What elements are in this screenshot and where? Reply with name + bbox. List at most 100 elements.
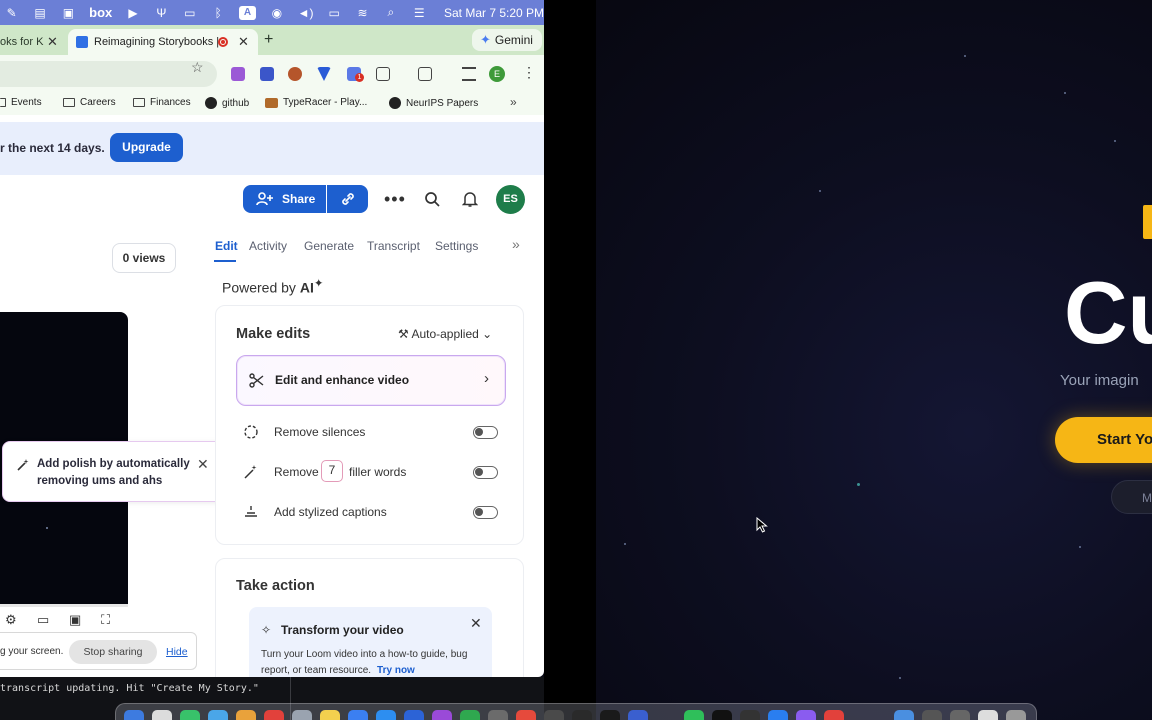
- app-icon[interactable]: [404, 710, 424, 720]
- play-circle-icon[interactable]: ▶: [125, 6, 140, 20]
- more-options-icon[interactable]: •••: [384, 189, 406, 210]
- close-icon[interactable]: ✕: [470, 615, 482, 632]
- bookmark-typeracer[interactable]: TypeRacer - Play...: [265, 97, 367, 108]
- extensions-puzzle-icon[interactable]: [376, 67, 390, 81]
- app-icon[interactable]: [628, 710, 648, 720]
- edit-enhance-button[interactable]: Edit and enhance video ›: [236, 355, 506, 406]
- extension-icon[interactable]: [288, 67, 302, 81]
- hero-secondary-button[interactable]: M: [1111, 480, 1152, 514]
- app-icon[interactable]: [796, 710, 816, 720]
- settings-gear-icon[interactable]: ⚙: [5, 612, 17, 628]
- gemini-button[interactable]: ✦ Gemini: [472, 29, 542, 51]
- tab-settings[interactable]: Settings: [435, 239, 478, 253]
- bookmark-star-icon[interactable]: ☆: [191, 59, 204, 76]
- address-bar[interactable]: [0, 61, 217, 87]
- terminal-icon[interactable]: [572, 710, 592, 720]
- menu-bar-clock[interactable]: Sat Mar 7 5:20 PM: [444, 6, 544, 20]
- menu-extra-icon[interactable]: ✎: [4, 6, 19, 20]
- close-icon[interactable]: ✕: [197, 456, 209, 473]
- browser-tab[interactable]: oks for K ✕: [0, 29, 65, 55]
- control-center-icon[interactable]: ☰: [412, 6, 427, 20]
- stop-sharing-button[interactable]: Stop sharing: [69, 640, 157, 664]
- tools-icon[interactable]: Ψ: [154, 6, 169, 20]
- input-source-icon[interactable]: A: [238, 5, 257, 20]
- app-icon[interactable]: [600, 710, 620, 720]
- folder-icon[interactable]: [894, 710, 914, 720]
- spotlight-search-icon[interactable]: ⌕: [383, 5, 398, 20]
- app-icon[interactable]: [712, 710, 732, 720]
- chevron-double-right-icon[interactable]: »: [512, 236, 520, 252]
- bookmark-neurips[interactable]: NeurIPS Papers: [389, 97, 478, 109]
- app-icon[interactable]: [264, 710, 284, 720]
- app-icon[interactable]: [460, 710, 480, 720]
- whatsapp-icon[interactable]: [684, 710, 704, 720]
- messages-icon[interactable]: [180, 710, 200, 720]
- app-icon[interactable]: [922, 710, 942, 720]
- app-icon[interactable]: [768, 710, 788, 720]
- extension-icon[interactable]: [231, 67, 245, 81]
- notes-icon[interactable]: [320, 710, 340, 720]
- browser-tab-active[interactable]: Reimagining Storybooks | ✕: [68, 29, 258, 55]
- app-icon[interactable]: [516, 710, 536, 720]
- picture-in-picture-icon[interactable]: ▣: [69, 612, 81, 628]
- box-logo[interactable]: box: [89, 5, 112, 20]
- try-now-link[interactable]: Try now: [377, 665, 415, 676]
- bookmark-finances[interactable]: Finances: [133, 97, 191, 108]
- share-button[interactable]: Share: [243, 185, 326, 213]
- tab-search-icon[interactable]: [418, 67, 432, 81]
- tab-activity[interactable]: Activity: [249, 239, 287, 253]
- bell-icon[interactable]: [462, 190, 478, 208]
- contacts-icon[interactable]: [292, 710, 312, 720]
- close-icon[interactable]: ✕: [47, 34, 58, 50]
- profile-avatar[interactable]: E: [489, 66, 505, 82]
- search-icon[interactable]: [424, 191, 440, 207]
- wifi-icon[interactable]: ≋: [355, 6, 370, 20]
- theater-mode-icon[interactable]: ▭: [37, 612, 49, 628]
- finder-icon[interactable]: [124, 710, 144, 720]
- calendar-icon[interactable]: [152, 710, 172, 720]
- notes-icon[interactable]: ▤: [32, 6, 47, 20]
- photos-icon[interactable]: [236, 710, 256, 720]
- app-icon[interactable]: [740, 710, 760, 720]
- chrome-icon[interactable]: [824, 710, 844, 720]
- remove-silences-toggle[interactable]: [473, 426, 498, 439]
- filler-count-input[interactable]: 7: [321, 460, 343, 482]
- user-avatar[interactable]: ES: [496, 185, 525, 214]
- app-icon[interactable]: [488, 710, 508, 720]
- tab-edit[interactable]: Edit: [215, 239, 238, 253]
- app-icon[interactable]: [208, 710, 228, 720]
- bluetooth-icon[interactable]: ᛒ: [210, 6, 225, 20]
- extension-icon[interactable]: [317, 67, 331, 81]
- user-circle-icon[interactable]: ◉: [269, 6, 284, 20]
- tab-transcript[interactable]: Transcript: [367, 239, 420, 253]
- close-icon[interactable]: ✕: [238, 34, 249, 50]
- photo-icon[interactable]: ▣: [61, 6, 76, 20]
- bookmark-careers[interactable]: Careers: [63, 97, 116, 108]
- upgrade-button[interactable]: Upgrade: [110, 133, 183, 162]
- extension-icon[interactable]: [260, 67, 274, 81]
- trash-icon[interactable]: [1006, 710, 1026, 720]
- app-icon[interactable]: [544, 710, 564, 720]
- bookmark-github[interactable]: github: [205, 97, 249, 109]
- app-icon[interactable]: [348, 710, 368, 720]
- captions-toggle[interactable]: [473, 506, 498, 519]
- views-count[interactable]: 0 views: [112, 243, 176, 273]
- reading-list-icon[interactable]: [462, 67, 476, 81]
- hide-link[interactable]: Hide: [166, 646, 188, 658]
- app-icon[interactable]: [978, 710, 998, 720]
- bookmarks-overflow-icon[interactable]: »: [510, 95, 517, 109]
- auto-applied-dropdown[interactable]: ⚒ Auto-applied ⌄: [398, 327, 492, 341]
- hero-start-button[interactable]: Start Yo: [1055, 417, 1152, 463]
- volume-icon[interactable]: ◄): [298, 6, 314, 20]
- battery-icon[interactable]: ▭: [326, 6, 341, 20]
- app-icon[interactable]: [950, 710, 970, 720]
- video-progress-bar[interactable]: [0, 604, 128, 607]
- tab-generate[interactable]: Generate: [304, 239, 354, 253]
- app-icon[interactable]: [432, 710, 452, 720]
- fullscreen-icon[interactable]: ⛶: [101, 612, 110, 628]
- filler-words-toggle[interactable]: [473, 466, 498, 479]
- app-store-icon[interactable]: [376, 710, 396, 720]
- display-icon[interactable]: ▭: [182, 6, 197, 20]
- bookmark-events[interactable]: Events: [0, 97, 42, 108]
- copy-link-button[interactable]: [327, 185, 368, 213]
